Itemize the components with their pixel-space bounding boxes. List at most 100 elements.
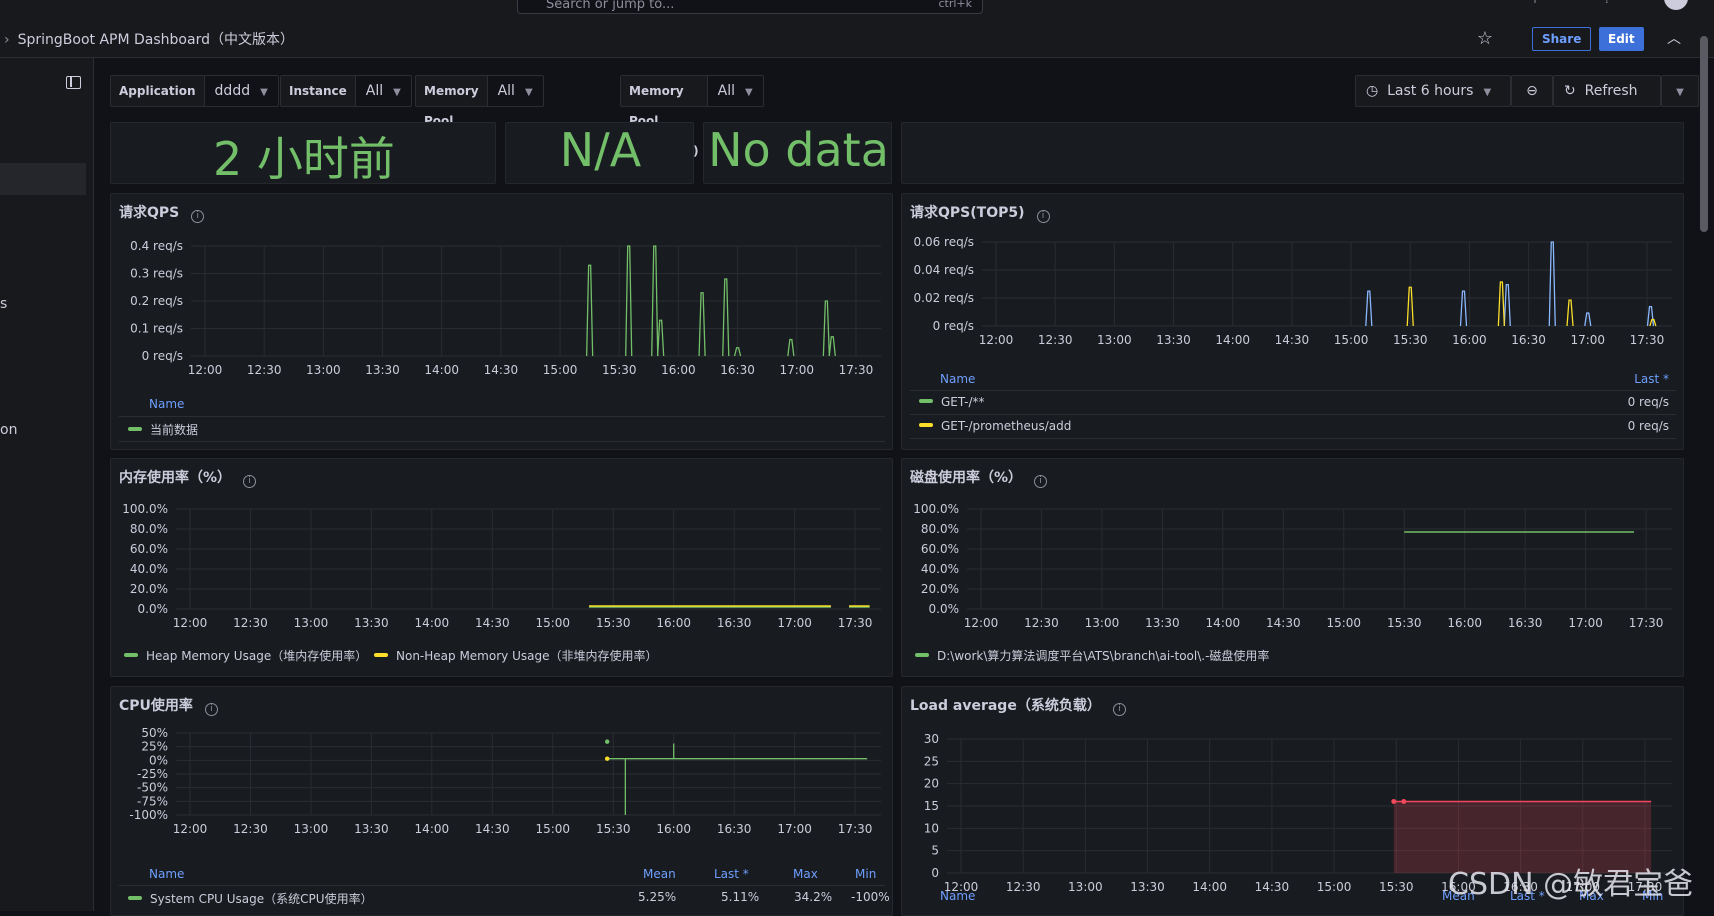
x-tick-label: 14:00: [1206, 616, 1241, 630]
x-tick-label: 15:30: [1393, 333, 1428, 347]
x-tick-label: 12:00: [173, 616, 208, 630]
y-tick-label: 20.0%: [921, 582, 959, 596]
sidebar-item-fragment[interactable]: s: [0, 296, 7, 312]
panel-title[interactable]: 磁盘使用率（%） i: [910, 467, 1048, 488]
dock-menu-icon[interactable]: [66, 76, 81, 89]
stat-panel-uptime: 2 小时前: [110, 122, 496, 184]
stat-value: No data: [708, 123, 889, 177]
x-tick-label: 13:00: [1085, 616, 1120, 630]
info-icon: i: [191, 210, 205, 223]
x-tick-label: 17:00: [1568, 616, 1603, 630]
variable-value[interactable]: All ▼: [356, 76, 411, 106]
legend-header-name: Name: [149, 867, 185, 881]
panel-title[interactable]: CPU使用率 i: [119, 695, 218, 716]
series-spike: [828, 336, 836, 357]
y-tick-label: 60.0%: [130, 542, 168, 556]
zoom-out-button[interactable]: ⊖: [1511, 75, 1553, 107]
variable-value[interactable]: dddd ▼: [205, 76, 278, 106]
y-tick-label: 20.0%: [130, 582, 168, 596]
chevron-down-icon: ▼: [1676, 87, 1684, 98]
legend-item[interactable]: GET-/prometheus/add: [919, 419, 1071, 433]
watermark: CSDN @敏君宝爸: [1448, 867, 1694, 902]
x-tick-label: 14:30: [475, 616, 510, 630]
legend-item[interactable]: Heap Memory Usage（堆内存使用率）: [124, 647, 367, 664]
sidebar-active-item[interactable]: [0, 163, 86, 195]
panel-qps-top5: 请求QPS(TOP5) i 0 req/s 0.02 req/s 0.04 req/s…: [901, 193, 1684, 450]
chevron-up-icon[interactable]: ︿: [1664, 28, 1684, 48]
series-spike: [1503, 283, 1511, 327]
y-tick-label: -25%: [137, 767, 168, 781]
y-tick-label: 40.0%: [130, 562, 168, 576]
share-button[interactable]: Share: [1532, 27, 1592, 51]
x-tick-label: 13:00: [1068, 880, 1103, 894]
stat-value: N/A: [559, 123, 642, 177]
clock-icon: ◷: [1366, 83, 1379, 99]
legend-item[interactable]: D:\work\算力算法调度平台\ATS\branch\ai-tool\.-磁盘…: [915, 647, 1269, 664]
refresh-button[interactable]: ↻ Refresh: [1553, 75, 1661, 107]
y-tick-label: 40.0%: [921, 562, 959, 576]
stat-panel-4: [901, 122, 1684, 184]
y-tick-label: 0: [931, 866, 939, 880]
y-tick-label: 0.2 req/s: [130, 294, 183, 308]
x-tick-label: 14:30: [475, 822, 510, 836]
star-icon[interactable]: ☆: [1474, 28, 1496, 50]
x-tick-label: 15:00: [535, 616, 570, 630]
x-tick-label: 16:00: [656, 822, 691, 836]
legend-item[interactable]: System CPU Usage（系统CPU使用率）: [128, 890, 373, 907]
scrollbar[interactable]: [1700, 36, 1708, 232]
series-spike: [1497, 281, 1506, 327]
panel-title[interactable]: 请求QPS(TOP5) i: [910, 202, 1050, 223]
legend-mean-value: 5.25%: [638, 890, 677, 904]
x-tick-label: 17:00: [777, 616, 812, 630]
legend-item[interactable]: Non-Heap Memory Usage（非堆内存使用率）: [374, 647, 657, 664]
x-tick-label: 17:30: [838, 616, 873, 630]
x-tick-label: 13:30: [365, 363, 400, 377]
x-tick-label: 15:30: [596, 616, 631, 630]
series-spike: [1365, 290, 1373, 327]
legend-item[interactable]: GET-/**: [919, 395, 984, 409]
x-tick-label: 17:30: [1629, 616, 1664, 630]
variable-memory-pool-nonheap[interactable]: Memory Pool (nonheap) All▼: [620, 75, 764, 158]
stat-value: 2 小时前: [213, 132, 395, 184]
y-tick-label: 10: [924, 821, 939, 835]
x-tick-label: 14:30: [1255, 880, 1290, 894]
variable-value[interactable]: All ▼: [708, 76, 763, 106]
x-tick-label: 12:00: [964, 616, 999, 630]
x-tick-label: 12:30: [233, 822, 268, 836]
variable-application[interactable]: Application dddd ▼: [110, 75, 279, 107]
series-spike: [722, 278, 730, 357]
x-tick-label: 17:30: [838, 822, 873, 836]
search-input[interactable]: Search or jump to... ctrl+k: [517, 0, 983, 14]
avatar[interactable]: [1664, 0, 1688, 10]
variable-label: Instance: [281, 76, 356, 106]
variable-instance[interactable]: Instance All ▼: [280, 75, 412, 107]
variable-value[interactable]: All ▼: [488, 76, 543, 106]
breadcrumb[interactable]: › SpringBoot APM Dashboard（中文版本）: [4, 29, 294, 49]
panel-title[interactable]: Load average（系统负载） i: [910, 695, 1126, 716]
sidebar-item-fragment[interactable]: on: [0, 422, 17, 438]
legend-min-value: -100%: [851, 890, 890, 904]
y-tick-label: 100.0%: [913, 502, 959, 516]
x-tick-label: 16:30: [717, 616, 752, 630]
legend-header-max: Max: [793, 867, 818, 881]
y-tick-label: 0 req/s: [933, 319, 974, 333]
panel-title[interactable]: 请求QPS i: [119, 202, 205, 223]
refresh-icon: ↻: [1564, 83, 1576, 99]
zoom-out-icon: ⊖: [1526, 83, 1538, 99]
legend-item[interactable]: 当前数据: [128, 421, 198, 438]
x-tick-label: 15:30: [1387, 616, 1422, 630]
x-tick-label: 14:00: [1215, 333, 1250, 347]
x-tick-label: 15:30: [1379, 880, 1414, 894]
qps-top5-chart: 0 req/s 0.02 req/s 0.04 req/s 0.06 req/s 12:…: [914, 235, 1672, 347]
x-tick-label: 14:30: [1275, 333, 1310, 347]
edit-button[interactable]: Edit: [1599, 27, 1644, 51]
panel-title[interactable]: 内存使用率（%） i: [119, 467, 257, 488]
series-spike: [585, 264, 594, 357]
refresh-interval-dropdown[interactable]: ▼: [1661, 75, 1699, 107]
x-tick-label: 13:00: [294, 822, 329, 836]
time-range-picker[interactable]: ◷ Last 6 hours ▼: [1355, 75, 1511, 107]
x-tick-label: 14:30: [1266, 616, 1301, 630]
variable-memory-pool-heap[interactable]: Memory Pool (heap) All▼: [415, 75, 544, 158]
x-tick-label: 14:00: [415, 822, 450, 836]
y-tick-label: 0.0%: [929, 602, 960, 616]
